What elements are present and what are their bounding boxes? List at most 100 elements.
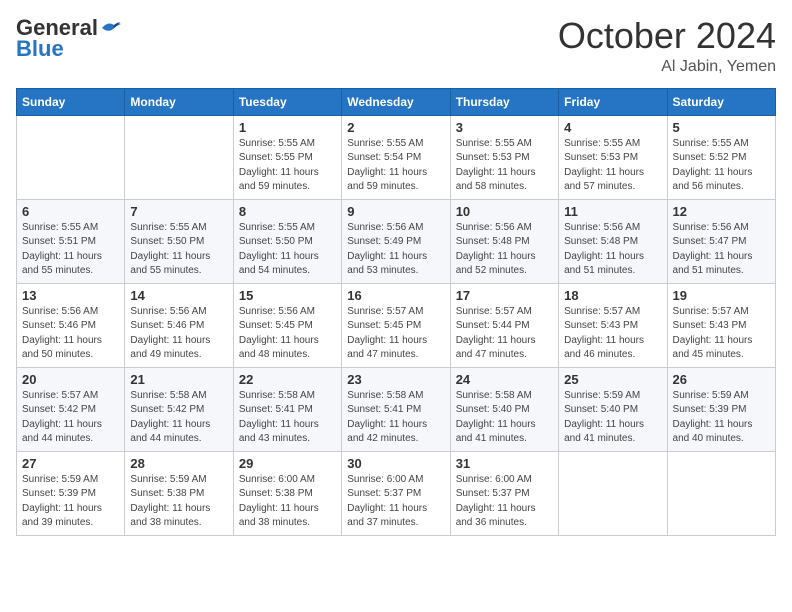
calendar-cell: 24 Sunrise: 5:58 AM Sunset: 5:40 PM Dayli… [450, 367, 558, 451]
day-info: Sunrise: 5:55 AM Sunset: 5:50 PM Dayligh… [239, 221, 336, 279]
weekday-header-monday: Monday [125, 88, 233, 115]
calendar-cell: 18 Sunrise: 5:57 AM Sunset: 5:43 PM Dayli… [559, 283, 667, 367]
day-number: 30 [347, 456, 444, 471]
day-info: Sunrise: 5:55 AM Sunset: 5:50 PM Dayligh… [130, 221, 227, 279]
day-number: 7 [130, 204, 227, 219]
calendar-cell: 7 Sunrise: 5:55 AM Sunset: 5:50 PM Daylig… [125, 199, 233, 283]
day-info: Sunrise: 5:56 AM Sunset: 5:49 PM Dayligh… [347, 221, 444, 279]
weekday-header-saturday: Saturday [667, 88, 775, 115]
calendar-cell: 19 Sunrise: 5:57 AM Sunset: 5:43 PM Dayli… [667, 283, 775, 367]
day-info: Sunrise: 6:00 AM Sunset: 5:38 PM Dayligh… [239, 473, 336, 531]
day-number: 27 [22, 456, 119, 471]
day-info: Sunrise: 5:58 AM Sunset: 5:41 PM Dayligh… [347, 389, 444, 447]
day-info: Sunrise: 5:55 AM Sunset: 5:55 PM Dayligh… [239, 137, 336, 195]
calendar-cell: 17Sunrise: 5:57 AM Sunset: 5:44 PM Dayli… [450, 283, 558, 367]
day-number: 11 [564, 204, 661, 219]
calendar-cell: 20 Sunrise: 5:57 AM Sunset: 5:42 PM Dayli… [17, 367, 125, 451]
calendar-cell: 21 Sunrise: 5:58 AM Sunset: 5:42 PM Dayli… [125, 367, 233, 451]
calendar-cell: 26 Sunrise: 5:59 AM Sunset: 5:39 PM Dayli… [667, 367, 775, 451]
day-info: Sunrise: 5:58 AM Sunset: 5:40 PM Dayligh… [456, 389, 553, 447]
day-info: Sunrise: 5:56 AM Sunset: 5:45 PM Dayligh… [239, 305, 336, 363]
calendar-cell [125, 115, 233, 199]
day-number: 1 [239, 120, 336, 135]
day-number: 29 [239, 456, 336, 471]
calendar-cell: 31 Sunrise: 6:00 AM Sunset: 5:37 PM Dayli… [450, 451, 558, 535]
month-title: October 2024 [558, 16, 776, 56]
calendar-cell: 16 Sunrise: 5:57 AM Sunset: 5:45 PM Dayli… [342, 283, 450, 367]
day-info: Sunrise: 5:59 AM Sunset: 5:40 PM Dayligh… [564, 389, 661, 447]
day-number: 18 [564, 288, 661, 303]
day-info: Sunrise: 5:55 AM Sunset: 5:54 PM Dayligh… [347, 137, 444, 195]
day-info: Sunrise: 5:57 AM Sunset: 5:44 PM Dayligh… [456, 305, 553, 363]
day-info: Sunrise: 5:57 AM Sunset: 5:43 PM Dayligh… [564, 305, 661, 363]
calendar-table: SundayMondayTuesdayWednesdayThursdayFrid… [16, 88, 776, 536]
day-number: 13 [22, 288, 119, 303]
day-info: Sunrise: 5:55 AM Sunset: 5:53 PM Dayligh… [564, 137, 661, 195]
calendar-cell: 30 Sunrise: 6:00 AM Sunset: 5:37 PM Dayli… [342, 451, 450, 535]
day-number: 9 [347, 204, 444, 219]
calendar-cell: 12 Sunrise: 5:56 AM Sunset: 5:47 PM Dayli… [667, 199, 775, 283]
day-info: Sunrise: 6:00 AM Sunset: 5:37 PM Dayligh… [347, 473, 444, 531]
calendar-cell: 29 Sunrise: 6:00 AM Sunset: 5:38 PM Dayli… [233, 451, 341, 535]
day-number: 6 [22, 204, 119, 219]
day-number: 10 [456, 204, 553, 219]
day-number: 24 [456, 372, 553, 387]
day-number: 2 [347, 120, 444, 135]
weekday-header-wednesday: Wednesday [342, 88, 450, 115]
day-info: Sunrise: 5:56 AM Sunset: 5:46 PM Dayligh… [130, 305, 227, 363]
day-info: Sunrise: 5:55 AM Sunset: 5:51 PM Dayligh… [22, 221, 119, 279]
day-number: 8 [239, 204, 336, 219]
day-number: 12 [673, 204, 770, 219]
day-info: Sunrise: 5:59 AM Sunset: 5:39 PM Dayligh… [22, 473, 119, 531]
day-number: 21 [130, 372, 227, 387]
day-number: 22 [239, 372, 336, 387]
calendar-cell: 23 Sunrise: 5:58 AM Sunset: 5:41 PM Dayli… [342, 367, 450, 451]
day-info: Sunrise: 5:57 AM Sunset: 5:45 PM Dayligh… [347, 305, 444, 363]
day-info: Sunrise: 5:56 AM Sunset: 5:48 PM Dayligh… [456, 221, 553, 279]
day-number: 4 [564, 120, 661, 135]
calendar-cell: 3 Sunrise: 5:55 AM Sunset: 5:53 PM Daylig… [450, 115, 558, 199]
day-info: Sunrise: 5:58 AM Sunset: 5:42 PM Dayligh… [130, 389, 227, 447]
calendar-header: SundayMondayTuesdayWednesdayThursdayFrid… [17, 88, 776, 115]
calendar-cell: 9 Sunrise: 5:56 AM Sunset: 5:49 PM Daylig… [342, 199, 450, 283]
day-number: 15 [239, 288, 336, 303]
day-info: Sunrise: 6:00 AM Sunset: 5:37 PM Dayligh… [456, 473, 553, 531]
day-info: Sunrise: 5:59 AM Sunset: 5:39 PM Dayligh… [673, 389, 770, 447]
page-header: General Blue October 2024 Al Jabin, Yeme… [16, 16, 776, 76]
day-number: 26 [673, 372, 770, 387]
calendar-cell: 22 Sunrise: 5:58 AM Sunset: 5:41 PM Dayli… [233, 367, 341, 451]
weekday-header-sunday: Sunday [17, 88, 125, 115]
day-number: 23 [347, 372, 444, 387]
day-info: Sunrise: 5:57 AM Sunset: 5:42 PM Dayligh… [22, 389, 119, 447]
day-info: Sunrise: 5:59 AM Sunset: 5:38 PM Dayligh… [130, 473, 227, 531]
calendar-cell: 11 Sunrise: 5:56 AM Sunset: 5:48 PM Dayli… [559, 199, 667, 283]
day-info: Sunrise: 5:56 AM Sunset: 5:48 PM Dayligh… [564, 221, 661, 279]
weekday-header-tuesday: Tuesday [233, 88, 341, 115]
day-number: 28 [130, 456, 227, 471]
day-info: Sunrise: 5:56 AM Sunset: 5:46 PM Dayligh… [22, 305, 119, 363]
calendar-cell: 10 Sunrise: 5:56 AM Sunset: 5:48 PM Dayli… [450, 199, 558, 283]
day-number: 16 [347, 288, 444, 303]
day-number: 20 [22, 372, 119, 387]
day-info: Sunrise: 5:58 AM Sunset: 5:41 PM Dayligh… [239, 389, 336, 447]
day-number: 5 [673, 120, 770, 135]
location-text: Al Jabin, Yemen [558, 58, 776, 76]
logo-bird-icon [100, 20, 122, 38]
day-number: 19 [673, 288, 770, 303]
calendar-cell: 5Sunrise: 5:55 AM Sunset: 5:52 PM Daylig… [667, 115, 775, 199]
day-number: 25 [564, 372, 661, 387]
logo: General Blue [16, 16, 122, 62]
day-info: Sunrise: 5:57 AM Sunset: 5:43 PM Dayligh… [673, 305, 770, 363]
calendar-cell: 27 Sunrise: 5:59 AM Sunset: 5:39 PM Dayli… [17, 451, 125, 535]
day-info: Sunrise: 5:56 AM Sunset: 5:47 PM Dayligh… [673, 221, 770, 279]
calendar-cell: 4 Sunrise: 5:55 AM Sunset: 5:53 PM Daylig… [559, 115, 667, 199]
calendar-cell [559, 451, 667, 535]
weekday-header-thursday: Thursday [450, 88, 558, 115]
calendar-cell: 6 Sunrise: 5:55 AM Sunset: 5:51 PM Daylig… [17, 199, 125, 283]
calendar-cell: 8 Sunrise: 5:55 AM Sunset: 5:50 PM Daylig… [233, 199, 341, 283]
calendar-cell: 28 Sunrise: 5:59 AM Sunset: 5:38 PM Dayli… [125, 451, 233, 535]
day-number: 31 [456, 456, 553, 471]
calendar-cell [17, 115, 125, 199]
day-info: Sunrise: 5:55 AM Sunset: 5:53 PM Dayligh… [456, 137, 553, 195]
day-number: 3 [456, 120, 553, 135]
